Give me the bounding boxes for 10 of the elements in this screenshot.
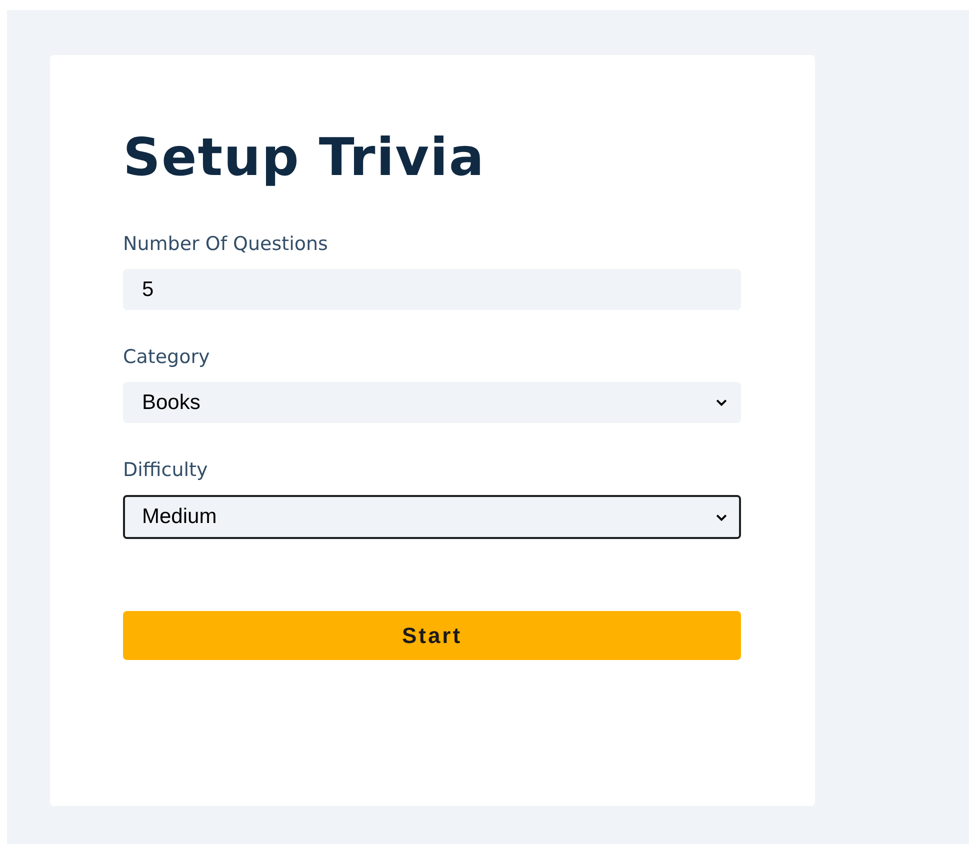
field-label: Difficulty (123, 459, 209, 482)
start-button[interactable]: Start (123, 611, 741, 660)
field-label: Number Of Questions (123, 233, 329, 256)
dropdown-select[interactable]: Books (123, 382, 741, 424)
number-input-field[interactable]: 5 (123, 269, 741, 310)
page-title: Setup Trivia (123, 127, 486, 190)
caret-icon (716, 514, 727, 521)
field-label: Category (123, 346, 211, 368)
caret-icon (716, 399, 727, 406)
dropdown-select[interactable]: Medium (123, 495, 741, 540)
